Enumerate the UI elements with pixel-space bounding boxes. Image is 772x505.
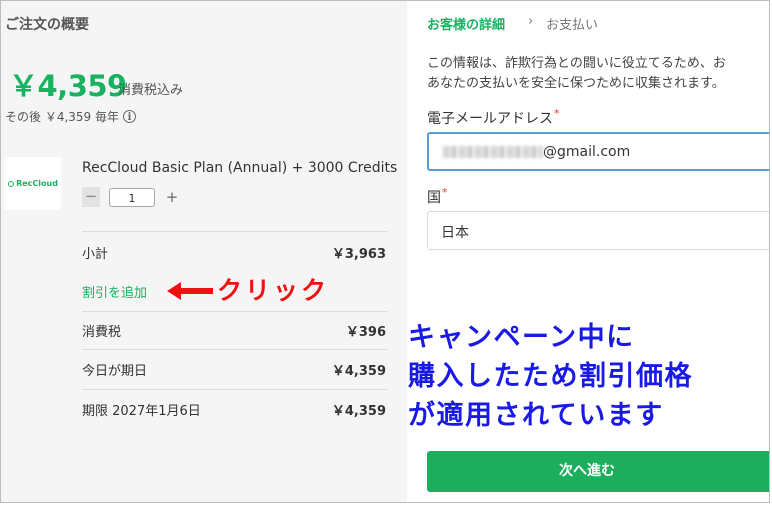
red-arrow-left-icon	[167, 282, 213, 300]
blurred-email-username	[443, 146, 543, 158]
tax-included-label: 消費税込み	[118, 83, 184, 98]
breadcrumb-payment[interactable]: お支払い	[546, 14, 598, 33]
reccloud-logo: RecCloud	[8, 179, 58, 188]
product-logo: RecCloud	[5, 157, 61, 210]
quantity-decrease-button[interactable]: −	[82, 187, 100, 207]
divider	[82, 231, 388, 232]
required-asterisk: *	[442, 186, 448, 199]
divider	[82, 311, 388, 312]
logo-text: RecCloud	[16, 179, 58, 188]
quantity-input[interactable]: 1	[109, 188, 155, 207]
order-summary-title: ご注文の概要	[5, 17, 89, 33]
country-label-text: 国	[427, 190, 441, 206]
next-button[interactable]: 次へ進む	[427, 451, 769, 492]
tax-value: ￥396	[345, 325, 386, 340]
country-value: 日本	[441, 225, 469, 241]
quantity-increase-button[interactable]: +	[164, 187, 180, 207]
click-annotation: クリック	[217, 276, 330, 305]
renewal-text: その後 ￥4,359 毎年	[5, 110, 119, 124]
add-discount-link[interactable]: 割引を追加	[82, 282, 147, 301]
info-text-line-1: この情報は、詐欺行為との闘いに役立てるため、お	[427, 56, 726, 71]
order-summary-panel: ご注文の概要 ￥4,359 消費税込み その後 ￥4,359 毎年 i RecC…	[1, 1, 407, 502]
expiry-label: 期限 2027年1月6日	[82, 404, 201, 419]
subtotal-label: 小計	[82, 247, 109, 262]
total-price: ￥4,359	[9, 69, 127, 103]
email-label-text: 電子メールアドレス	[427, 111, 553, 127]
due-today-label: 今日が期日	[82, 364, 148, 379]
email-label: 電子メールアドレス*	[427, 107, 560, 128]
info-text-line-2: あなたの支払いを安全に保つために収集されます。	[427, 76, 725, 91]
expiry-value: ￥4,359	[331, 404, 386, 419]
reccloud-logo-icon	[8, 180, 15, 187]
campaign-annotation-line-1: キャンペーン中に	[408, 322, 635, 353]
campaign-annotation-line-2: 購入したため割引価格	[408, 361, 693, 392]
country-select[interactable]: 日本	[427, 211, 769, 250]
renewal-price: その後 ￥4,359 毎年 i	[5, 108, 136, 125]
due-today-value: ￥4,359	[331, 364, 386, 379]
divider	[82, 349, 388, 350]
subtotal-value: ￥3,963	[331, 247, 386, 262]
breadcrumb-chevron-icon: ›	[528, 14, 534, 29]
required-asterisk: *	[554, 107, 560, 120]
info-circle-icon[interactable]: i	[122, 110, 136, 123]
breadcrumb-customer-details[interactable]: お客様の詳細	[427, 14, 505, 33]
checkout-window: ご注文の概要 ￥4,359 消費税込み その後 ￥4,359 毎年 i RecC…	[0, 0, 770, 503]
email-field[interactable]: @gmail.com	[427, 132, 769, 171]
product-name: RecCloud Basic Plan (Annual) + 3000 Cred…	[82, 160, 398, 176]
tax-label: 消費税	[82, 325, 122, 340]
divider	[82, 389, 388, 390]
email-domain-text: @gmail.com	[543, 144, 631, 160]
country-label: 国*	[427, 186, 448, 207]
campaign-annotation-line-3: が適用されています	[408, 400, 664, 431]
